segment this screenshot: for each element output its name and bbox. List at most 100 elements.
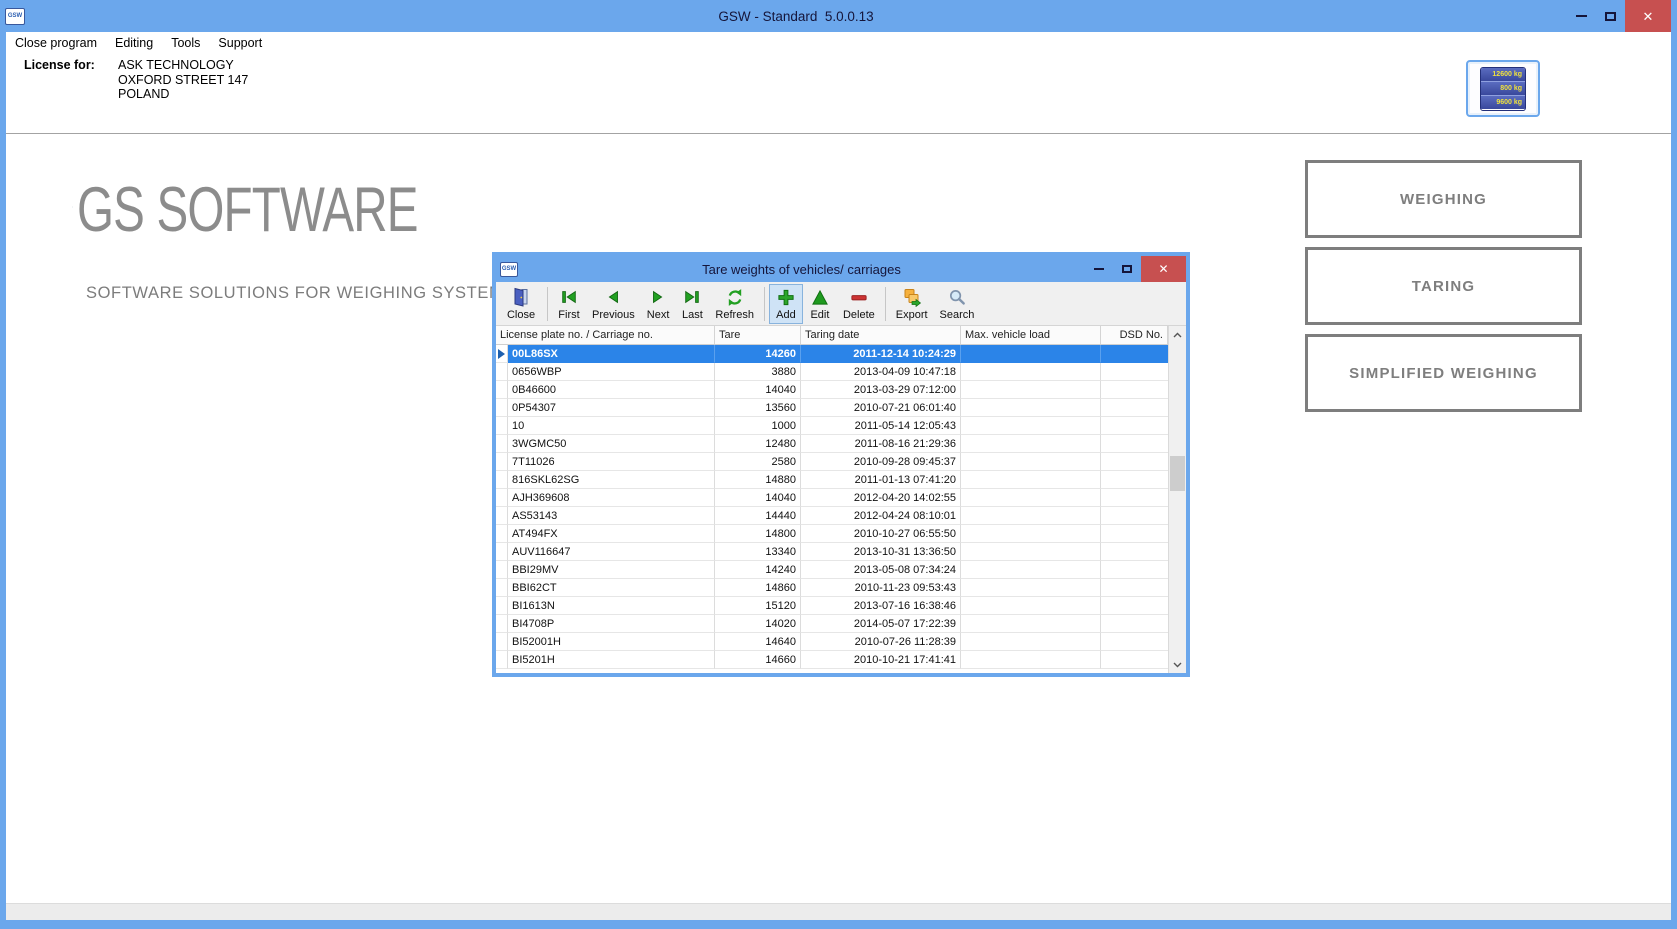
table-row[interactable]: BBI29MV142402013-05-08 07:34:24	[496, 561, 1186, 579]
dialog-minimize-button[interactable]	[1085, 256, 1113, 282]
close-button[interactable]: ✕	[1625, 0, 1671, 32]
table-row[interactable]: BI5201H146602010-10-21 17:41:41	[496, 651, 1186, 669]
row-indicator	[496, 561, 508, 579]
toolbar-close-button[interactable]: Close	[499, 284, 543, 324]
table-body: 00L86SX142602011-12-14 10:24:290656WBP38…	[496, 345, 1186, 669]
menu-editing[interactable]: Editing	[106, 34, 162, 52]
column-header-date[interactable]: Taring date	[801, 326, 961, 344]
cell-tare: 13560	[715, 399, 801, 417]
window-border	[0, 920, 1677, 929]
cell-tare: 12480	[715, 435, 801, 453]
table-row[interactable]: 816SKL62SG148802011-01-13 07:41:20	[496, 471, 1186, 489]
menu-bar: Close program Editing Tools Support	[6, 32, 1671, 53]
dialog-maximize-button[interactable]	[1113, 256, 1141, 282]
toolbar-export-button[interactable]: Export	[890, 284, 934, 324]
row-indicator	[496, 507, 508, 525]
toolbar-previous-button[interactable]: Previous	[586, 284, 641, 324]
toolbar-next-button[interactable]: Next	[641, 284, 676, 324]
cell-dsd	[1101, 345, 1168, 363]
simplified-weighing-button[interactable]: SIMPLIFIED WEIGHING	[1305, 334, 1582, 412]
logo-tagline: SOFTWARE SOLUTIONS FOR WEIGHING SYSTEMS	[86, 284, 492, 303]
column-header-tare[interactable]: Tare	[715, 326, 801, 344]
menu-tools[interactable]: Tools	[162, 34, 209, 52]
table-row[interactable]: 0P54307135602010-07-21 06:01:40	[496, 399, 1186, 417]
table-row[interactable]: AT494FX148002010-10-27 06:55:50	[496, 525, 1186, 543]
table-row[interactable]: 3WGMC50124802011-08-16 21:29:36	[496, 435, 1186, 453]
toolbar-delete-button[interactable]: Delete	[837, 284, 881, 324]
toolbar-search-button[interactable]: Search	[934, 284, 981, 324]
column-header-max-load[interactable]: Max. vehicle load	[961, 326, 1101, 344]
table-row[interactable]: 00L86SX142602011-12-14 10:24:29	[496, 345, 1186, 363]
cell-plate: BBI29MV	[508, 561, 715, 579]
cell-date: 2014-05-07 17:22:39	[801, 615, 961, 633]
toolbar-edit-button[interactable]: Edit	[803, 284, 837, 324]
taring-button[interactable]: TARING	[1305, 247, 1582, 325]
refresh-icon	[725, 287, 745, 308]
scale-display-button[interactable]: 12600 kg 800 kg 9600 kg	[1466, 60, 1540, 117]
table-row[interactable]: BBI62CT148602010-11-23 09:53:43	[496, 579, 1186, 597]
table-row[interactable]: 7T1102625802010-09-28 09:45:37	[496, 453, 1186, 471]
cell-tare: 13340	[715, 543, 801, 561]
cell-tare: 14640	[715, 633, 801, 651]
cell-dsd	[1101, 381, 1168, 399]
row-indicator	[496, 453, 508, 471]
toolbar-first-button[interactable]: First	[552, 284, 586, 324]
cell-plate: 00L86SX	[508, 345, 715, 363]
row-indicator	[496, 651, 508, 669]
menu-close-program[interactable]: Close program	[6, 34, 106, 52]
cell-date: 2013-07-16 16:38:46	[801, 597, 961, 615]
table-row[interactable]: 0656WBP38802013-04-09 10:47:18	[496, 363, 1186, 381]
cell-date: 2010-07-26 11:28:39	[801, 633, 961, 651]
minimize-button[interactable]	[1567, 0, 1596, 32]
toolbar-last-button[interactable]: Last	[675, 284, 709, 324]
vertical-scrollbar[interactable]	[1168, 326, 1186, 673]
cell-max-load	[961, 507, 1101, 525]
column-header-dsd[interactable]: DSD No.	[1101, 326, 1168, 344]
table-row[interactable]: AJH369608140402012-04-20 14:02:55	[496, 489, 1186, 507]
status-bar	[6, 903, 1671, 920]
table-row[interactable]: 1010002011-05-14 12:05:43	[496, 417, 1186, 435]
license-line: OXFORD STREET 147	[118, 73, 248, 88]
cell-date: 2013-04-09 10:47:18	[801, 363, 961, 381]
close-icon: ✕	[1643, 10, 1654, 23]
toolbar-refresh-button[interactable]: Refresh	[709, 284, 760, 324]
window-border	[1671, 32, 1677, 929]
table-row[interactable]: BI4708P140202014-05-07 17:22:39	[496, 615, 1186, 633]
add-icon	[776, 287, 796, 308]
cell-max-load	[961, 579, 1101, 597]
cell-date: 2013-10-31 13:36:50	[801, 543, 961, 561]
weighing-button[interactable]: WEIGHING	[1305, 160, 1582, 238]
window-border	[0, 32, 6, 929]
row-indicator	[496, 345, 508, 363]
window-titlebar: GSW GSW - Standard 5.0.0.13 ✕	[0, 0, 1677, 32]
table-row[interactable]: BI1613N151202013-07-16 16:38:46	[496, 597, 1186, 615]
scrollbar-thumb[interactable]	[1170, 456, 1185, 491]
cell-max-load	[961, 561, 1101, 579]
app-icon-label: GSW	[8, 13, 22, 19]
window-title: GSW - Standard 5.0.0.13	[25, 9, 1567, 24]
cell-max-load	[961, 597, 1101, 615]
cell-plate: BI4708P	[508, 615, 715, 633]
row-indicator	[496, 597, 508, 615]
cell-tare: 3880	[715, 363, 801, 381]
dialog-close-button[interactable]: ✕	[1141, 256, 1186, 282]
cell-plate: 816SKL62SG	[508, 471, 715, 489]
menu-support[interactable]: Support	[209, 34, 271, 52]
row-indicator	[496, 471, 508, 489]
table-row[interactable]: AS53143144402012-04-24 08:10:01	[496, 507, 1186, 525]
cell-tare: 14020	[715, 615, 801, 633]
cell-tare: 14660	[715, 651, 801, 669]
column-header-plate[interactable]: License plate no. / Carriage no.	[496, 326, 715, 344]
scroll-up-button[interactable]	[1169, 326, 1186, 343]
maximize-button[interactable]	[1596, 0, 1625, 32]
scroll-down-button[interactable]	[1169, 656, 1186, 673]
table-row[interactable]: AUV116647133402013-10-31 13:36:50	[496, 543, 1186, 561]
cell-plate: AUV116647	[508, 543, 715, 561]
toolbar-add-button[interactable]: Add	[769, 284, 803, 324]
cell-dsd	[1101, 633, 1168, 651]
table-row[interactable]: 0B46600140402013-03-29 07:12:00	[496, 381, 1186, 399]
delete-icon	[849, 287, 869, 308]
license-line: POLAND	[118, 87, 248, 102]
scale-display-row: 12600 kg	[1481, 68, 1525, 82]
table-row[interactable]: BI52001H146402010-07-26 11:28:39	[496, 633, 1186, 651]
